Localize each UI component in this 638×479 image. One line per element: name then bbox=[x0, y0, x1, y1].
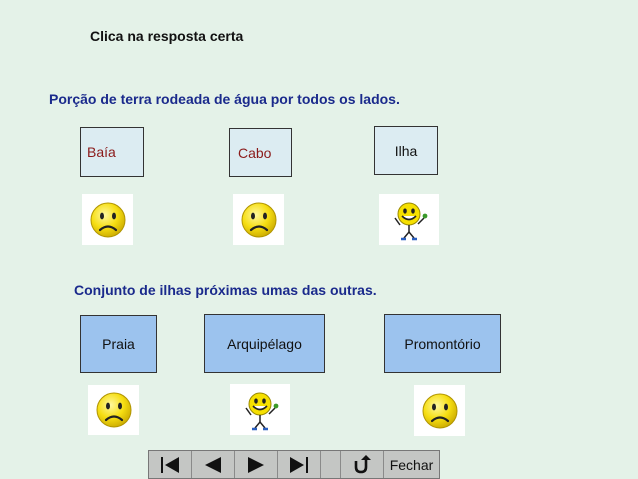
sad-face-icon bbox=[414, 385, 465, 436]
answer-promontorio-button[interactable]: Promontório bbox=[384, 314, 501, 373]
answer-ilha-label: Ilha bbox=[394, 142, 418, 159]
sad-face-icon bbox=[233, 194, 284, 245]
answer-baia-button[interactable]: Baía bbox=[80, 127, 144, 177]
answer-praia-label: Praia bbox=[102, 336, 135, 352]
return-icon bbox=[354, 454, 371, 473]
sad-face-icon bbox=[82, 194, 133, 245]
previous-slide-button[interactable] bbox=[192, 451, 235, 478]
happy-face-icon bbox=[230, 384, 290, 435]
navigation-spacer bbox=[321, 451, 341, 478]
answer-baia-label: Baía bbox=[87, 144, 116, 160]
first-slide-button[interactable] bbox=[149, 451, 192, 478]
next-slide-button[interactable] bbox=[235, 451, 278, 478]
return-button[interactable] bbox=[341, 451, 384, 478]
navigation-bar: Fechar bbox=[148, 450, 440, 479]
answer-cabo-button[interactable]: Cabo bbox=[229, 128, 292, 177]
question-2-text: Conjunto de ilhas próximas umas das outr… bbox=[74, 282, 377, 298]
answer-arquipelago-button[interactable]: Arquipélago bbox=[204, 314, 325, 373]
answer-cabo-label: Cabo bbox=[238, 144, 272, 161]
answer-praia-button[interactable]: Praia bbox=[80, 315, 157, 373]
answer-ilha-button[interactable]: Ilha bbox=[374, 126, 438, 175]
sad-face-icon bbox=[88, 385, 139, 435]
question-1-text: Porção de terra rodeada de água por todo… bbox=[49, 91, 400, 107]
next-slide-icon bbox=[248, 456, 264, 473]
last-slide-button[interactable] bbox=[278, 451, 321, 478]
answer-promontorio-label: Promontório bbox=[404, 335, 481, 352]
close-button[interactable]: Fechar bbox=[384, 451, 439, 478]
page-title: Clica na resposta certa bbox=[90, 28, 244, 44]
answer-arquipelago-label: Arquipélago bbox=[227, 335, 302, 352]
happy-face-icon bbox=[379, 194, 439, 245]
last-slide-icon bbox=[290, 456, 308, 473]
first-slide-icon bbox=[161, 456, 179, 473]
previous-slide-icon bbox=[205, 456, 221, 473]
